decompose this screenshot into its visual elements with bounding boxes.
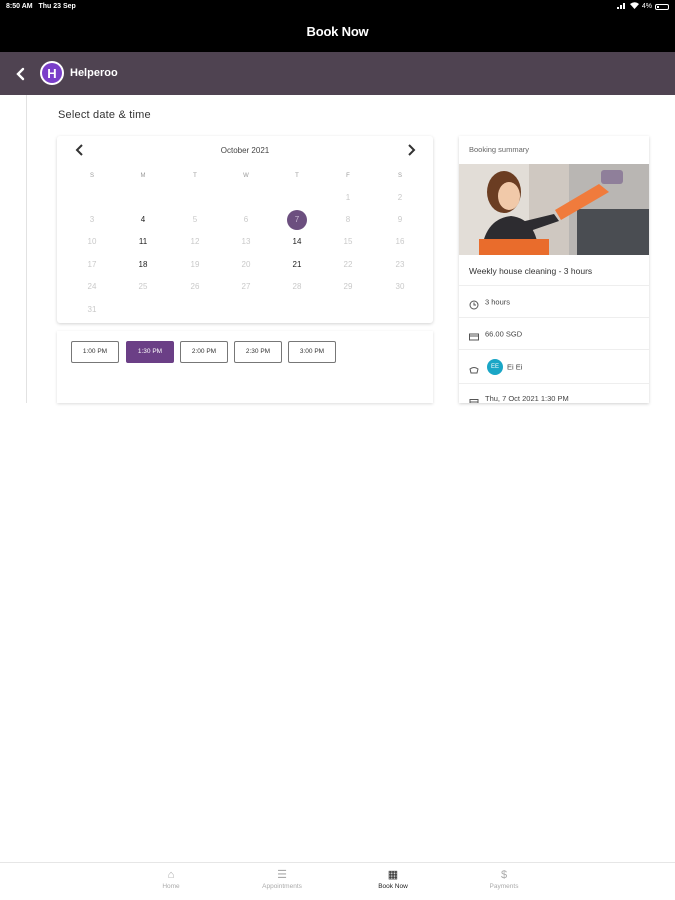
helper-name: Ei Ei bbox=[507, 362, 523, 371]
calendar-day: 16 bbox=[395, 237, 405, 246]
status-time: 8:50 AM Thu 23 Sep bbox=[6, 3, 76, 10]
calendar-day[interactable]: 4 bbox=[133, 210, 153, 230]
calendar-day[interactable]: 18 bbox=[133, 255, 153, 275]
calendar-day: 22 bbox=[343, 260, 353, 269]
duration-value: 3 hours bbox=[485, 297, 511, 306]
signal-icon bbox=[616, 2, 627, 11]
calendar-day: 30 bbox=[395, 282, 405, 291]
wifi-icon bbox=[629, 2, 639, 11]
time-slot-button[interactable]: 2:30 PM bbox=[234, 341, 282, 363]
calendar-card: October 2021 S M T W T F S 1 2 3 4 5 6 7 8 9 10 11 12 13 14 1… bbox=[57, 136, 433, 323]
calendar-day: 8 bbox=[345, 215, 351, 224]
datetime-value: Thu, 7 Oct 2021 1:30 PM bbox=[485, 394, 569, 403]
summary-datetime-row: Thu, 7 Oct 2021 1:30 PM bbox=[459, 383, 649, 403]
calendar-day: 19 bbox=[190, 260, 200, 269]
tab-label: Book Now bbox=[378, 883, 408, 890]
chevron-left-icon bbox=[16, 67, 25, 81]
brand-bar: H Helperoo bbox=[0, 52, 675, 95]
next-month-button[interactable] bbox=[403, 142, 419, 158]
summary-price-row: 66.00 SGD bbox=[459, 317, 649, 349]
time-slot-button[interactable]: 1:00 PM bbox=[71, 341, 119, 363]
weekday-label: T bbox=[193, 173, 197, 179]
calendar-day: 6 bbox=[243, 215, 249, 224]
helper-icon bbox=[469, 362, 479, 373]
calendar-icon bbox=[469, 395, 479, 403]
calendar-day: 12 bbox=[190, 237, 200, 246]
weekday-label: W bbox=[243, 173, 249, 179]
tab-appointments[interactable]: ☰ Appointments bbox=[247, 867, 317, 890]
weekday-label: F bbox=[346, 173, 350, 179]
home-icon: ⌂ bbox=[167, 869, 175, 881]
helper-avatar: EE bbox=[487, 358, 503, 375]
calendar-day: 26 bbox=[190, 282, 200, 291]
calendar-day: 15 bbox=[343, 237, 353, 246]
calendar-day: 27 bbox=[241, 282, 251, 291]
calendar-day: 29 bbox=[343, 282, 353, 291]
summary-title: Booking summary bbox=[469, 145, 530, 154]
back-button[interactable] bbox=[14, 64, 34, 84]
status-indicators: 4% bbox=[616, 2, 669, 11]
calendar-day[interactable]: 14 bbox=[287, 232, 307, 252]
calendar-day: 3 bbox=[89, 215, 95, 224]
summary-helper-row: EE Ei Ei bbox=[459, 349, 649, 383]
month-label: October 2021 bbox=[220, 146, 270, 155]
clock-icon bbox=[469, 297, 479, 309]
time-slot-button[interactable]: 1:30 PM bbox=[126, 341, 174, 363]
card-icon bbox=[469, 329, 479, 340]
status-date: Thu 23 Sep bbox=[38, 3, 76, 10]
bottom-tab-bar: ⌂ Home ☰ Appointments ▦ Book Now $ Payments bbox=[0, 862, 675, 900]
service-photo bbox=[459, 164, 649, 255]
calendar-day: 28 bbox=[292, 282, 302, 291]
weekday-label: M bbox=[140, 173, 146, 179]
calendar-day: 10 bbox=[87, 237, 97, 246]
time-slot-button[interactable]: 3:00 PM bbox=[288, 341, 336, 363]
calendar-day: 20 bbox=[241, 260, 251, 269]
time-slot-button[interactable]: 2:00 PM bbox=[180, 341, 228, 363]
tab-label: Payments bbox=[489, 883, 519, 890]
tab-book-now[interactable]: ▦ Book Now bbox=[358, 867, 428, 890]
section-title: Select date & time bbox=[58, 109, 151, 121]
calendar-day: 17 bbox=[87, 260, 97, 269]
calendar-day[interactable]: 11 bbox=[133, 232, 153, 252]
weekday-label: S bbox=[89, 173, 94, 179]
calendar-day-selected[interactable]: 7 bbox=[287, 210, 307, 230]
chevron-right-icon bbox=[408, 144, 416, 156]
battery-icon bbox=[655, 3, 669, 10]
tab-label: Home bbox=[162, 883, 180, 890]
price-value: 66.00 SGD bbox=[485, 329, 523, 338]
brand-name: Helperoo bbox=[70, 67, 118, 79]
calendar-day: 25 bbox=[138, 282, 148, 291]
calendar-day: 24 bbox=[87, 282, 97, 291]
calendar-day: 23 bbox=[395, 260, 405, 269]
battery-percent: 4% bbox=[641, 3, 652, 10]
calendar-day[interactable]: 21 bbox=[287, 255, 307, 275]
booking-summary-card: Booking summary Weekly house cleaning - … bbox=[459, 136, 649, 403]
weekday-label: S bbox=[397, 173, 402, 179]
status-clock: 8:50 AM bbox=[6, 3, 33, 10]
weekday-label: T bbox=[295, 173, 299, 179]
tab-home[interactable]: ⌂ Home bbox=[136, 867, 206, 890]
calendar-icon: ▦ bbox=[387, 869, 399, 881]
summary-duration-row: 3 hours bbox=[459, 285, 649, 317]
service-name: Weekly house cleaning - 3 hours bbox=[469, 266, 593, 276]
top-bar: 8:50 AM Thu 23 Sep 4% Book Now bbox=[0, 0, 675, 52]
page-title: Book Now bbox=[306, 24, 369, 39]
logo-letter: H bbox=[42, 63, 62, 83]
tab-payments[interactable]: $ Payments bbox=[469, 867, 539, 890]
calendar-day: 31 bbox=[87, 305, 97, 314]
time-slot-card: 1:00 PM 1:30 PM 2:00 PM 2:30 PM 3:00 PM bbox=[57, 331, 433, 403]
helperoo-logo: H bbox=[40, 61, 64, 85]
calendar-day: 5 bbox=[192, 215, 198, 224]
calendar-day: 13 bbox=[241, 237, 251, 246]
content-divider bbox=[26, 95, 27, 403]
dollar-icon: $ bbox=[500, 869, 508, 881]
tab-label: Appointments bbox=[262, 883, 302, 890]
list-icon: ☰ bbox=[277, 869, 287, 881]
calendar-day: 2 bbox=[397, 193, 403, 202]
calendar-day: 9 bbox=[397, 215, 403, 224]
calendar-day: 1 bbox=[345, 193, 351, 202]
